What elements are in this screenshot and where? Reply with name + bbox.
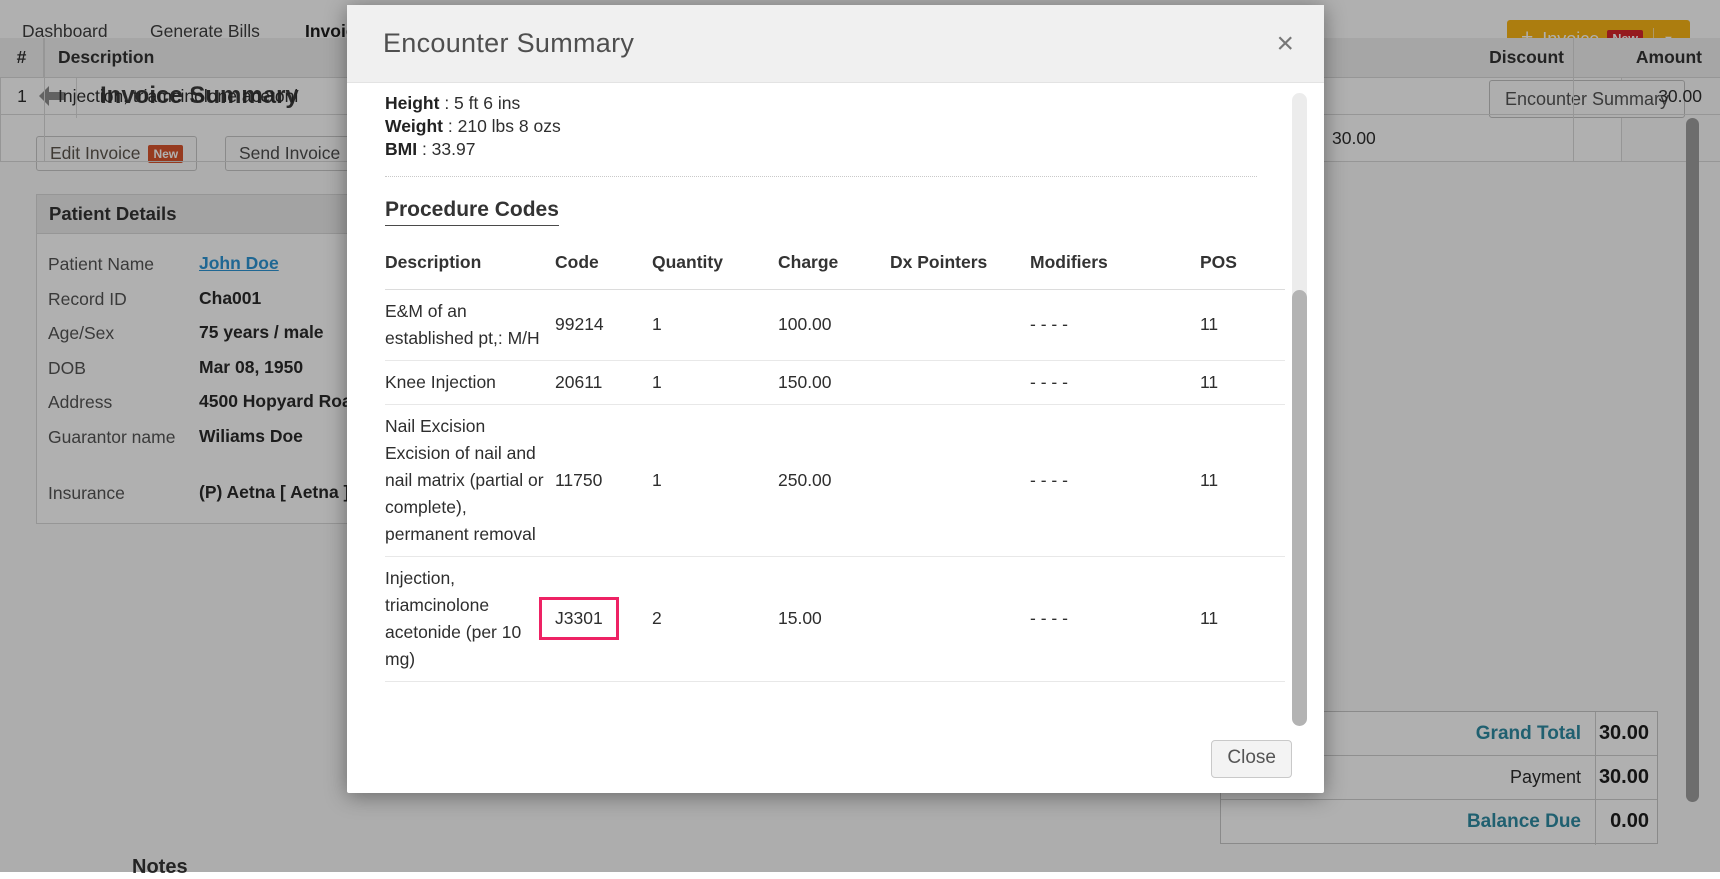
cell-description: E&M of an established pt,: M/H (385, 289, 555, 360)
col-charge: Charge (778, 242, 890, 290)
cell-quantity: 1 (652, 289, 778, 360)
table-row: Injection, triamcinolone acetonide (per … (385, 556, 1285, 681)
cell-pos: 11 (1200, 404, 1285, 556)
cell-pos: 11 (1200, 289, 1285, 360)
encounter-summary-modal: Encounter Summary × Height : 5 ft 6 ins … (347, 5, 1324, 793)
col-quantity: Quantity (652, 242, 778, 290)
cell-charge: 150.00 (778, 360, 890, 404)
cell-code: 99214 (555, 289, 652, 360)
cell-charge: 15.00 (778, 556, 890, 681)
vital-label: Weight (385, 116, 443, 136)
vital-height: Height : 5 ft 6 ins (385, 92, 1286, 115)
vital-weight: Weight : 210 lbs 8 ozs (385, 115, 1286, 138)
col-modifiers: Modifiers (1030, 242, 1200, 290)
col-dx-pointers: Dx Pointers (890, 242, 1030, 290)
modal-scrollbar-thumb[interactable] (1292, 290, 1307, 726)
cell-modifiers: - - - - (1030, 289, 1200, 360)
codes-header-row: Description Code Quantity Charge Dx Poin… (385, 242, 1285, 290)
modal-scrollbar-track[interactable] (1292, 93, 1307, 301)
cell-dx (890, 404, 1030, 556)
cell-description: Injection, triamcinolone acetonide (per … (385, 556, 555, 681)
vital-label: Height (385, 93, 439, 113)
cell-dx (890, 289, 1030, 360)
vital-value: 5 ft 6 ins (454, 93, 520, 113)
table-row: E&M of an established pt,: M/H 99214 1 1… (385, 289, 1285, 360)
procedure-codes-heading: Procedure Codes (385, 198, 559, 226)
cell-code: 20611 (555, 360, 652, 404)
cell-modifiers: - - - - (1030, 556, 1200, 681)
cell-dx (890, 556, 1030, 681)
modal-header: Encounter Summary × (347, 5, 1324, 83)
cell-description: Nail Excision Excision of nail and nail … (385, 404, 555, 556)
vital-bmi: BMI : 33.97 (385, 138, 1286, 161)
highlighted-code-box: J3301 (539, 597, 619, 640)
procedure-codes-table: Description Code Quantity Charge Dx Poin… (385, 242, 1285, 682)
cell-quantity: 1 (652, 404, 778, 556)
modal-title: Encounter Summary (383, 28, 1270, 59)
cell-code-highlighted: J3301 (555, 556, 652, 681)
cell-modifiers: - - - - (1030, 404, 1200, 556)
cell-charge: 250.00 (778, 404, 890, 556)
col-description: Description (385, 242, 555, 290)
col-code: Code (555, 242, 652, 290)
table-row: Nail Excision Excision of nail and nail … (385, 404, 1285, 556)
close-icon[interactable]: × (1270, 29, 1300, 59)
table-row: Knee Injection 20611 1 150.00 - - - - 11 (385, 360, 1285, 404)
vital-value: 33.97 (432, 139, 476, 159)
vital-label: BMI (385, 139, 417, 159)
cell-modifiers: - - - - (1030, 360, 1200, 404)
vital-value: 210 lbs 8 ozs (458, 116, 561, 136)
cell-pos: 11 (1200, 360, 1285, 404)
cell-quantity: 1 (652, 360, 778, 404)
cell-quantity: 2 (652, 556, 778, 681)
col-pos: POS (1200, 242, 1285, 290)
close-button[interactable]: Close (1211, 740, 1292, 778)
cell-dx (890, 360, 1030, 404)
cell-description: Knee Injection (385, 360, 555, 404)
cell-charge: 100.00 (778, 289, 890, 360)
modal-body: Height : 5 ft 6 ins Weight : 210 lbs 8 o… (347, 83, 1324, 793)
cell-pos: 11 (1200, 556, 1285, 681)
cell-code: 11750 (555, 404, 652, 556)
